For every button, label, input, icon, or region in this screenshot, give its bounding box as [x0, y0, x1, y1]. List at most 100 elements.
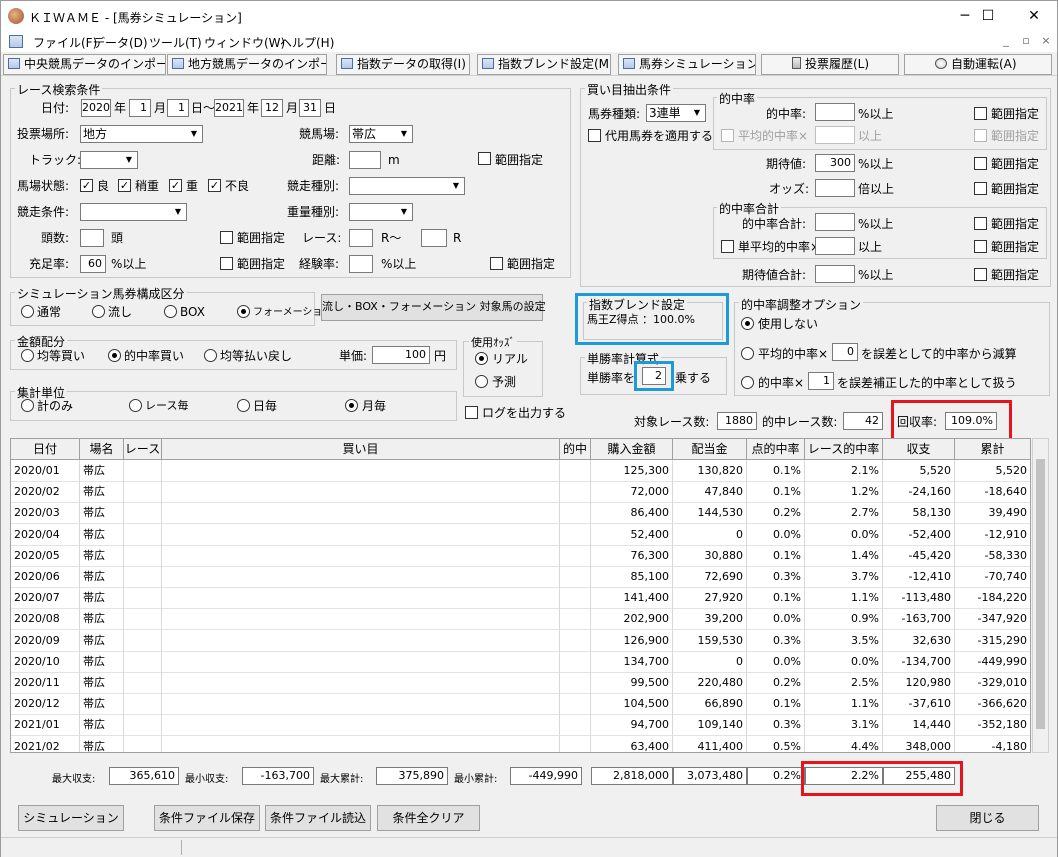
heads-input[interactable]: [80, 229, 104, 247]
table-row[interactable]: 2020/03 帯広 86,400 144,530 0.2% 2.7% 58,130 39,4…: [11, 502, 1030, 525]
col-race-hit[interactable]: レース的中率: [805, 439, 883, 459]
hit-rate-input[interactable]: [815, 103, 855, 121]
toolbar-bet-simulation-button[interactable]: 馬券シミュレーション(B): [618, 54, 756, 75]
menu-help[interactable]: ヘルプ(H): [280, 34, 334, 51]
unit-price-input[interactable]: 100: [372, 346, 430, 364]
col-buy-points[interactable]: 買い目: [162, 439, 560, 459]
agg-month-radio[interactable]: [345, 399, 358, 412]
track-name-select[interactable]: 帯広 ▼: [349, 125, 413, 143]
table-row[interactable]: 2020/09 帯広 126,900 159,530 0.3% 3.5% 32,630 -31…: [11, 629, 1030, 652]
simulate-button[interactable]: シミュレーション: [18, 805, 124, 831]
weight-select[interactable]: ▼: [349, 203, 413, 221]
table-row[interactable]: 2020/01 帯広 125,300 130,820 0.1% 2.1% 5,520 5,52…: [11, 460, 1030, 482]
scrollbar-thumb[interactable]: [1036, 459, 1045, 729]
close-window-button[interactable]: ✕: [1011, 1, 1057, 32]
cond-slight-checkbox[interactable]: ✓: [118, 179, 131, 192]
sim-formation-radio[interactable]: [237, 305, 250, 318]
mdi-restore-button[interactable]: ▫: [1017, 34, 1035, 50]
venue-select[interactable]: 地方 ▼: [80, 125, 203, 143]
table-row[interactable]: 2020/08 帯広 202,900 39,200 0.0% 0.9% -163,700 -3…: [11, 608, 1030, 631]
col-point-hit[interactable]: 点的中率: [747, 439, 805, 459]
col-purchase[interactable]: 購入金額: [591, 439, 673, 459]
ev-sum-input[interactable]: [815, 265, 855, 283]
month-from-input[interactable]: 1: [129, 99, 151, 117]
single-avg-range-checkbox[interactable]: [974, 240, 987, 253]
avg-hit-range-checkbox[interactable]: [974, 129, 987, 142]
avg-hit-input[interactable]: [815, 126, 855, 144]
toolbar-import-local-button[interactable]: 地方競馬データのインポート(N): [167, 54, 327, 75]
ev-range-checkbox[interactable]: [974, 157, 987, 170]
col-hit[interactable]: 的中: [560, 439, 591, 459]
race-from-input[interactable]: [349, 229, 373, 247]
table-row[interactable]: 2021/02 帯広 63,400 411,400 0.5% 4.4% 348,000 -4,…: [11, 735, 1030, 752]
track-select[interactable]: ▼: [80, 151, 138, 169]
agg-total-radio[interactable]: [21, 399, 34, 412]
menu-file[interactable]: ファイル(F): [33, 34, 97, 51]
sim-nagashi-radio[interactable]: [92, 305, 105, 318]
adjust-correct-radio[interactable]: [741, 376, 754, 389]
exp-range-checkbox[interactable]: [490, 257, 503, 270]
toolbar-index-fetch-button[interactable]: 指数データの取得(I): [336, 54, 470, 75]
race-cond-select[interactable]: ▼: [80, 203, 187, 221]
distance-range-checkbox[interactable]: [478, 152, 491, 165]
table-row[interactable]: 2020/05 帯広 76,300 30,880 0.1% 1.4% -45,420 -58,…: [11, 544, 1030, 567]
odds-forecast-radio[interactable]: [475, 375, 488, 388]
col-payout[interactable]: 配当金: [673, 439, 747, 459]
adjust-subtract-input[interactable]: 0: [832, 343, 858, 361]
hit-sum-range-checkbox[interactable]: [974, 217, 987, 230]
cond-heavy-checkbox[interactable]: ✓: [169, 179, 182, 192]
menu-window[interactable]: ウィンドウ(W): [204, 34, 285, 51]
year-from-input[interactable]: 2020: [81, 99, 111, 117]
race-type-select[interactable]: ▼: [349, 177, 465, 195]
sim-normal-radio[interactable]: [21, 305, 34, 318]
table-row[interactable]: 2020/02 帯広 72,000 47,840 0.1% 1.2% -24,160 -18,…: [11, 481, 1030, 504]
day-from-input[interactable]: 1: [167, 99, 189, 117]
avg-hit-checkbox[interactable]: [721, 129, 734, 142]
cond-good-checkbox[interactable]: ✓: [80, 179, 93, 192]
ticket-type-select[interactable]: 3連単 ▼: [646, 104, 706, 122]
ev-input[interactable]: 300: [815, 154, 855, 172]
adjust-none-radio[interactable]: [741, 317, 754, 330]
money-equal-pay-radio[interactable]: [204, 349, 217, 362]
menu-tools[interactable]: ツール(T): [149, 34, 202, 51]
maximize-button[interactable]: ☐: [965, 1, 1011, 32]
col-date[interactable]: 日付: [11, 439, 80, 459]
single-avg-checkbox[interactable]: [721, 240, 734, 253]
odds-cond-input[interactable]: [815, 179, 855, 197]
col-balance[interactable]: 収支: [883, 439, 955, 459]
close-button[interactable]: 閉じる: [936, 805, 1039, 831]
toolbar-import-central-button[interactable]: 中央競馬データのインポート(J): [3, 54, 166, 75]
agg-race-radio[interactable]: [129, 399, 142, 412]
month-to-input[interactable]: 12: [261, 99, 283, 117]
odds-range-checkbox[interactable]: [974, 182, 987, 195]
table-row[interactable]: 2020/06 帯広 85,100 72,690 0.3% 3.7% -12,410 -70,…: [11, 566, 1030, 588]
mdi-minimize-button[interactable]: _: [997, 34, 1015, 50]
money-equal-radio[interactable]: [21, 349, 34, 362]
ev-sum-range-checkbox[interactable]: [974, 268, 987, 281]
proxy-ticket-checkbox[interactable]: [588, 129, 601, 142]
heads-range-checkbox[interactable]: [220, 231, 233, 244]
load-conditions-button[interactable]: 条件ファイル読込: [265, 805, 371, 831]
single-avg-input[interactable]: [815, 237, 855, 255]
target-horse-setting-button[interactable]: 流し・BOX・フォーメーション 対象馬の設定: [321, 294, 546, 321]
hit-sum-input[interactable]: [815, 213, 855, 231]
table-vertical-scrollbar[interactable]: [1032, 438, 1049, 753]
race-to-input[interactable]: [421, 229, 447, 247]
day-to-input[interactable]: 31: [299, 99, 321, 117]
col-race[interactable]: レース: [124, 439, 162, 459]
toolbar-vote-history-button[interactable]: 投票履歴(L): [761, 54, 899, 75]
menu-data[interactable]: データ(D): [93, 34, 148, 51]
sim-box-radio[interactable]: [164, 305, 177, 318]
table-row[interactable]: 2020/12 帯広 104,500 66,890 0.1% 1.1% -37,610 -36…: [11, 693, 1030, 716]
mdi-close-button[interactable]: ×: [1037, 34, 1055, 50]
distance-input[interactable]: [349, 151, 381, 169]
col-venue[interactable]: 場名: [80, 439, 124, 459]
clear-conditions-button[interactable]: 条件全クリア: [377, 805, 480, 831]
exp-input[interactable]: [349, 255, 373, 273]
col-cumulative[interactable]: 累計: [955, 439, 1030, 459]
log-output-checkbox[interactable]: [465, 406, 478, 419]
adjust-subtract-radio[interactable]: [741, 347, 754, 360]
cond-bad-checkbox[interactable]: ✓: [208, 179, 221, 192]
agg-day-radio[interactable]: [237, 399, 250, 412]
save-conditions-button[interactable]: 条件ファイル保存: [154, 805, 260, 831]
